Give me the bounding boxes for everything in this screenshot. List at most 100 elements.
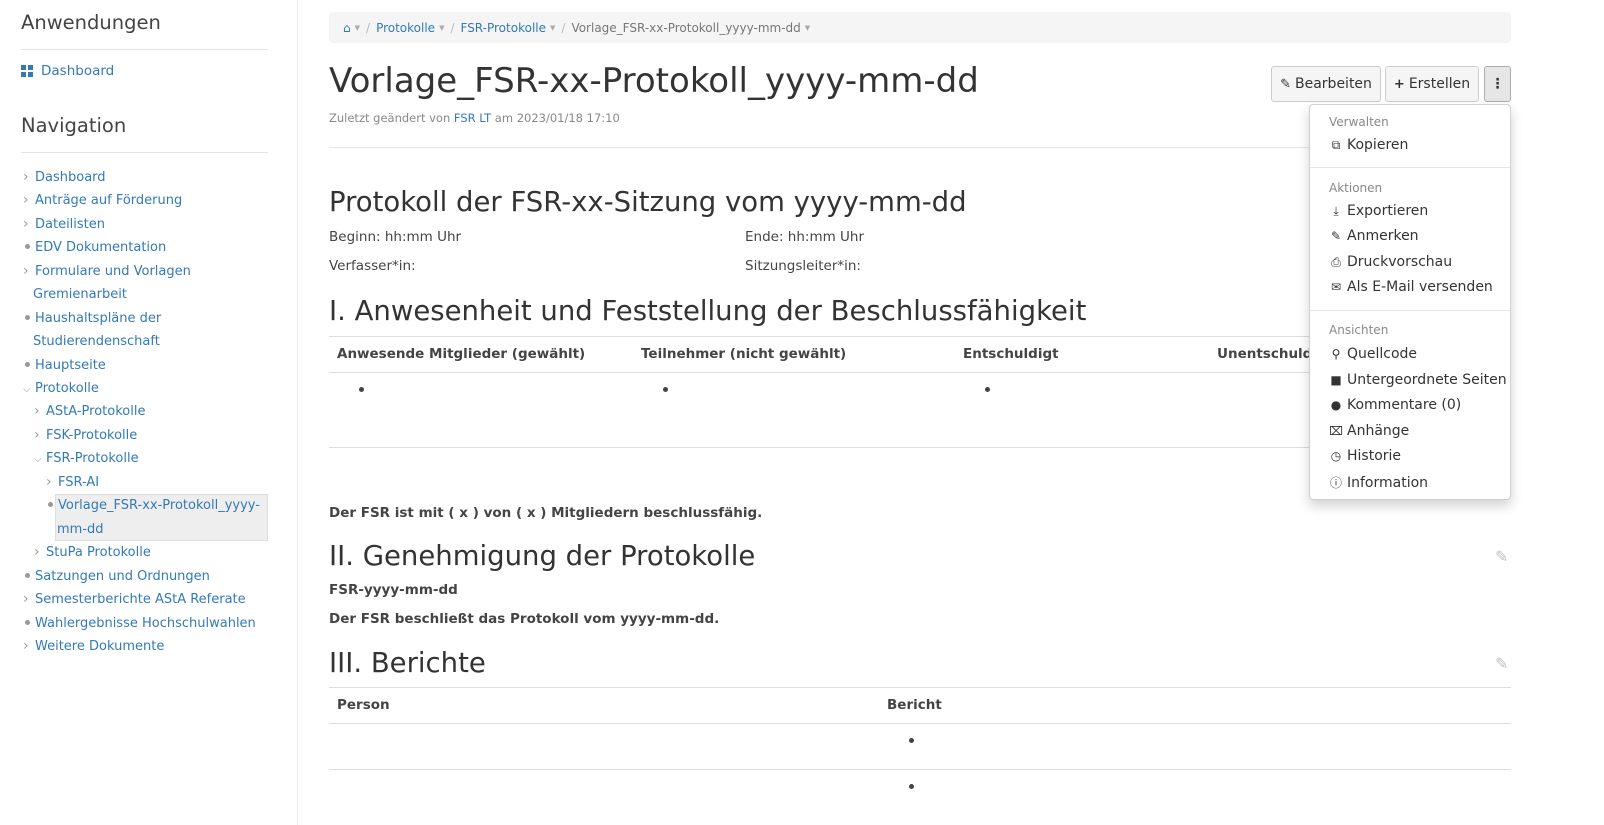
menu-item-history[interactable]: ◷ Historie — [1329, 448, 1401, 464]
bullet-icon — [25, 620, 30, 625]
menu-item-comments[interactable]: ● Kommentare (0) — [1329, 397, 1461, 413]
author-link[interactable]: FSR LT — [454, 111, 491, 125]
sidebar-item[interactable]: Wahlergebnisse Hochschulwahlen — [23, 612, 256, 636]
menu-item-children[interactable]: ■ Untergeordnete Seiten — [1329, 372, 1506, 388]
sidebar-item[interactable]: › Dashboard — [23, 166, 106, 190]
sidebar-item-label: Vorlage_FSR-xx-Protokoll_yyyy- — [58, 498, 260, 513]
sidebar-item[interactable]: Satzungen und Ordnungen — [23, 565, 210, 589]
home-icon[interactable]: ⌂ — [343, 21, 351, 35]
menu-item-source[interactable]: ⚲ Quellcode — [1329, 346, 1417, 362]
sidebar-item-label: StuPa Protokolle — [46, 545, 151, 560]
menu-item-email[interactable]: ✉ Als E-Mail versenden — [1329, 279, 1493, 295]
sidebar-item[interactable]: › Dateilisten — [23, 213, 105, 237]
sidebar-item-label: Wahlergebnisse Hochschulwahlen — [35, 616, 256, 631]
chevron-right-icon[interactable]: › — [34, 400, 46, 424]
chevron-right-icon[interactable]: › — [23, 213, 35, 237]
section-approval-heading: II. Genehmigung der Protokolle — [329, 540, 756, 572]
sidebar-item[interactable]: Vorlage_FSR-xx-Protokoll_yyyy- — [46, 494, 260, 518]
table-header: Person — [337, 697, 390, 713]
section-attendance-heading: I. Anwesenheit und Feststellung der Besc… — [329, 295, 1087, 327]
chevron-right-icon[interactable]: › — [23, 635, 35, 659]
applications-heading: Anwendungen — [21, 11, 161, 34]
dashboard-app-link[interactable]: Dashboard — [21, 63, 114, 79]
list-item — [909, 784, 914, 789]
bullet-icon — [25, 573, 30, 578]
sidebar-item[interactable]: › Anträge auf Förderung — [23, 189, 182, 213]
chevron-right-icon[interactable]: › — [23, 166, 35, 190]
breadcrumb-fsr-protokolle[interactable]: FSR-Protokolle — [461, 21, 547, 35]
chevron-right-icon[interactable]: › — [23, 588, 35, 612]
edit-button[interactable]: ✎ Bearbeiten — [1271, 66, 1381, 102]
chevron-down-icon[interactable]: ▼ — [355, 24, 360, 32]
sidebar-item[interactable]: Hauptseite — [23, 354, 106, 378]
protocol-name: FSR-yyyy-mm-dd — [329, 582, 458, 598]
sidebar-item[interactable]: › Formulare und Vorlagen — [23, 260, 191, 284]
sidebar-item[interactable]: EDV Dokumentation — [23, 236, 166, 260]
sidebar-item-label: FSK-Protokolle — [46, 428, 138, 443]
divider — [21, 49, 268, 50]
chevron-right-icon[interactable]: › — [23, 260, 35, 284]
sidebar-item[interactable]: ⌵ Protokolle — [23, 377, 99, 402]
section-reports-heading: III. Berichte — [329, 647, 486, 679]
sidebar-item[interactable]: › Weitere Dokumente — [23, 635, 164, 659]
sidebar-item[interactable]: › FSR-AI — [46, 471, 99, 495]
edit-note-icon: ✎ — [1330, 229, 1342, 243]
print-icon: ⎙ — [1331, 254, 1341, 269]
sidebar-item-label: Dashboard — [35, 170, 106, 185]
envelope-icon: ✉ — [1330, 280, 1342, 294]
menu-item-annotate[interactable]: ✎ Anmerken — [1329, 228, 1419, 244]
chevron-down-icon[interactable]: ▼ — [805, 24, 810, 32]
edit-section-pencil-icon[interactable]: ✎ — [1495, 547, 1508, 566]
comment-icon: ● — [1330, 398, 1342, 412]
divider — [329, 723, 1511, 724]
sidebar: Anwendungen Dashboard Navigation › Dashbo… — [0, 0, 298, 825]
menu-item-export[interactable]: ⤓ Exportieren — [1329, 203, 1428, 219]
sidebar-item[interactable]: › Semesterberichte AStA Referate — [23, 588, 246, 612]
chevron-right-icon[interactable]: › — [34, 424, 46, 448]
divider — [1310, 310, 1510, 311]
menu-item-information[interactable]: ⓘ Information — [1329, 474, 1428, 491]
last-modified: Zuletzt geändert von FSR LT am 2023/01/1… — [329, 111, 620, 125]
menu-item-attachments[interactable]: ⌧ Anhänge — [1329, 423, 1409, 439]
sidebar-item-label: Studierendenschaft — [33, 334, 160, 349]
sidebar-item-label: Satzungen und Ordnungen — [35, 569, 210, 584]
menu-item-print-preview[interactable]: ⎙ Druckvorschau — [1329, 254, 1452, 270]
protocol-decision: Der FSR beschließt das Protokoll vom yyy… — [329, 611, 720, 627]
copy-icon: ⧉ — [1331, 137, 1341, 152]
author-field: Verfasser*in: — [329, 258, 416, 274]
chevron-right-icon[interactable]: › — [23, 189, 35, 213]
divider — [329, 687, 1511, 688]
clock-icon: ◷ — [1330, 449, 1342, 463]
protocol-heading: Protokoll der FSR-xx-Sitzung vom yyyy-mm… — [329, 186, 967, 218]
menu-item-copy[interactable]: ⧉ Kopieren — [1329, 137, 1409, 153]
sidebar-item-label: Dateilisten — [35, 217, 106, 232]
chevron-right-icon[interactable]: › — [46, 471, 58, 495]
sidebar-item[interactable]: › StuPa Protokolle — [34, 541, 151, 565]
breadcrumb: ⌂ ▼ / Protokolle ▼ / FSR-Protokolle ▼ / … — [329, 12, 1511, 43]
bullet-icon — [48, 502, 53, 507]
more-actions-dropdown: Verwalten ⧉ Kopieren Aktionen ⤓ Exportiere… — [1309, 104, 1511, 500]
dashboard-app-label: Dashboard — [41, 63, 115, 79]
navigation-heading: Navigation — [21, 114, 127, 137]
chevron-down-icon[interactable]: ▼ — [439, 24, 444, 32]
table-header: Bericht — [887, 697, 942, 713]
sidebar-item[interactable]: › FSK-Protokolle — [34, 424, 137, 448]
sidebar-item: Gremienarbeit — [33, 283, 127, 307]
sidebar-item-label: FSR-AI — [58, 475, 100, 490]
create-button[interactable]: + Erstellen — [1385, 66, 1479, 102]
sidebar-item-label: mm-dd — [57, 522, 104, 537]
sidebar-item[interactable]: › AStA-Protokolle — [34, 400, 145, 424]
chevron-right-icon[interactable]: › — [34, 541, 46, 565]
chevron-down-icon[interactable]: ▼ — [550, 24, 555, 32]
sidebar-item-label: Haushaltspläne der — [35, 311, 162, 326]
divider — [1310, 167, 1510, 168]
more-actions-button[interactable]: ⋮ — [1484, 66, 1511, 102]
sidebar-item[interactable]: Haushaltspläne der — [23, 307, 161, 331]
sidebar-item-label: Weitere Dokumente — [35, 639, 165, 654]
breadcrumb-protokolle[interactable]: Protokolle — [376, 21, 435, 35]
breadcrumb-current: Vorlage_FSR-xx-Protokoll_yyyy-mm-dd — [571, 20, 801, 35]
edit-section-pencil-icon[interactable]: ✎ — [1495, 654, 1508, 673]
chevron-down-icon[interactable]: ⌵ — [34, 448, 46, 472]
sidebar-item[interactable]: ⌵ FSR-Protokolle — [34, 447, 139, 472]
chevron-down-icon[interactable]: ⌵ — [23, 378, 35, 402]
